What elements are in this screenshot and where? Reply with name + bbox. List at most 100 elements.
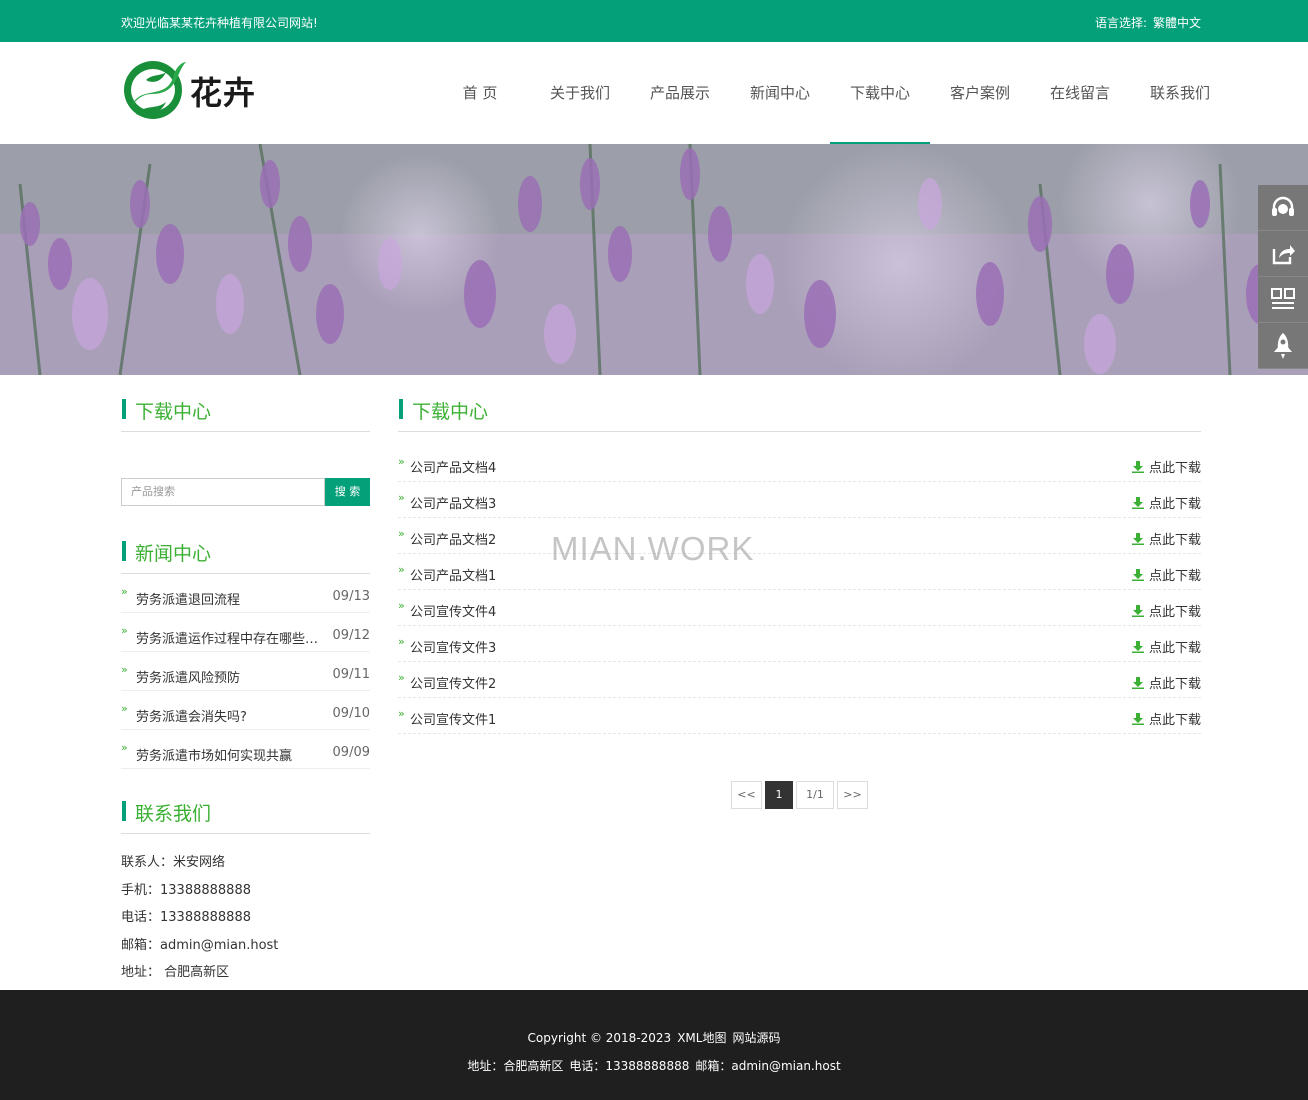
footer-copyright-line: Copyright © 2018-2023 XML地图 网站源码	[0, 1029, 1308, 1046]
news-list: » 劳务派遣退回流程 09/13 » 劳务派遣运作过程中存在哪些问题 09/12 » 劳务…	[121, 574, 370, 769]
search-button[interactable]: 搜 索	[325, 478, 370, 506]
download-icon	[1131, 604, 1144, 617]
sidebar-download-heading: 下载中心	[121, 375, 370, 432]
file-name[interactable]: 公司宣传文件4	[410, 601, 496, 620]
file-name[interactable]: 公司宣传文件2	[410, 673, 496, 692]
list-item: » 公司产品文档3 点此下载	[398, 482, 1201, 518]
download-link[interactable]: 点此下载	[1131, 601, 1201, 620]
download-link[interactable]: 点此下载	[1131, 637, 1201, 656]
share-icon	[1272, 244, 1295, 264]
news-title[interactable]: 劳务派遣会消失吗?	[136, 706, 320, 725]
search-input[interactable]: 产品搜索	[121, 478, 325, 506]
nav-item-cases[interactable]: 客户案例	[930, 42, 1030, 144]
chevron-right-icon: »	[398, 635, 405, 648]
download-label: 点此下载	[1148, 533, 1201, 548]
chevron-right-icon: »	[121, 702, 128, 715]
pagination: << 1 1/1 >>	[731, 781, 868, 809]
xml-sitemap-link[interactable]: XML地图	[677, 1031, 726, 1045]
file-name[interactable]: 公司宣传文件1	[410, 709, 496, 728]
list-item[interactable]: » 劳务派遣市场如何实现共赢 09/09	[121, 730, 370, 769]
news-title[interactable]: 劳务派遣市场如何实现共赢	[136, 745, 320, 764]
language-label: 语言选择:	[1094, 16, 1147, 30]
download-icon	[1131, 460, 1144, 473]
list-item[interactable]: » 劳务派遣运作过程中存在哪些问题 09/12	[121, 613, 370, 652]
sidebar-news: 新闻中心 » 劳务派遣退回流程 09/13 » 劳务派遣运作过程中存在哪些问题 09/1…	[121, 517, 370, 769]
list-item[interactable]: » 劳务派遣退回流程 09/13	[121, 574, 370, 613]
chevron-right-icon: »	[398, 707, 405, 720]
download-link[interactable]: 点此下载	[1131, 529, 1201, 548]
watermark: MIAN.WORK	[551, 530, 755, 567]
main-content: 下载中心 » 公司产品文档4 点此下载 » 公司产品文档3 点此下载 » 公司产品文档2 点…	[398, 375, 1201, 809]
nav-item-about[interactable]: 关于我们	[530, 42, 630, 144]
news-date: 09/11	[332, 667, 370, 682]
download-link[interactable]: 点此下载	[1131, 565, 1201, 584]
source-code-link[interactable]: 网站源码	[732, 1031, 780, 1045]
list-item: » 公司产品文档4 点此下载	[398, 446, 1201, 482]
welcome-text: 欢迎光临某某花卉种植有限公司网站!	[121, 16, 318, 30]
site-header: 花卉 首 页 关于我们 产品展示 新闻中心 下载中心 客户案例 在线留言 联系我…	[0, 42, 1308, 144]
list-item: » 公司宣传文件3 点此下载	[398, 626, 1201, 662]
download-icon	[1131, 532, 1144, 545]
contact-email: 邮箱：admin@mian.host	[121, 937, 279, 953]
download-link[interactable]: 点此下载	[1131, 673, 1201, 692]
banner-image	[0, 144, 1308, 375]
news-title[interactable]: 劳务派遣运作过程中存在哪些问题	[136, 628, 320, 647]
heading-accent-bar	[122, 801, 126, 821]
back-to-top-button[interactable]	[1258, 323, 1308, 369]
file-name[interactable]: 公司产品文档3	[410, 493, 496, 512]
chevron-right-icon: »	[398, 563, 405, 576]
download-label: 点此下载	[1148, 713, 1201, 728]
page-title: 下载中心	[412, 401, 489, 423]
top-bar: 欢迎光临某某花卉种植有限公司网站! 语言选择: 繁體中文	[0, 0, 1308, 42]
nav-item-home[interactable]: 首 页	[430, 42, 530, 144]
footer-email: 邮箱：admin@mian.host	[695, 1059, 841, 1073]
page-count: 1/1	[796, 781, 834, 809]
nav-item-news[interactable]: 新闻中心	[730, 42, 830, 144]
chevron-right-icon: »	[398, 527, 405, 540]
download-icon	[1131, 496, 1144, 509]
sidebar-news-heading: 新闻中心	[121, 517, 370, 574]
download-list: » 公司产品文档4 点此下载 » 公司产品文档3 点此下载 » 公司产品文档2 点此下载 »…	[398, 446, 1201, 734]
news-date: 09/13	[332, 589, 370, 604]
site-logo[interactable]: 花卉	[122, 54, 267, 122]
download-link[interactable]: 点此下载	[1131, 709, 1201, 728]
download-link[interactable]: 点此下载	[1131, 457, 1201, 476]
list-item[interactable]: » 劳务派遣会消失吗? 09/10	[121, 691, 370, 730]
nav-item-products[interactable]: 产品展示	[630, 42, 730, 144]
page-number-current[interactable]: 1	[765, 781, 793, 809]
nav-item-downloads[interactable]: 下载中心	[830, 42, 930, 144]
file-name[interactable]: 公司产品文档1	[410, 565, 496, 584]
news-title[interactable]: 劳务派遣风险预防	[136, 667, 320, 686]
chevron-right-icon: »	[121, 624, 128, 637]
language-option-traditional[interactable]: 繁體中文	[1153, 16, 1201, 30]
customer-service-button[interactable]	[1258, 185, 1308, 231]
qrcode-button[interactable]	[1258, 277, 1308, 323]
file-name[interactable]: 公司产品文档4	[410, 457, 496, 476]
list-item: » 公司宣传文件1 点此下载	[398, 698, 1201, 734]
file-name[interactable]: 公司宣传文件3	[410, 637, 496, 656]
list-item: » 公司宣传文件2 点此下载	[398, 662, 1201, 698]
list-item: » 公司产品文档2 点此下载	[398, 518, 1201, 554]
file-name[interactable]: 公司产品文档2	[410, 529, 496, 548]
nav-item-contact[interactable]: 联系我们	[1130, 42, 1230, 144]
footer-address: 地址：合肥高新区	[467, 1059, 564, 1073]
list-item[interactable]: » 劳务派遣风险预防 09/11	[121, 652, 370, 691]
chevron-right-icon: »	[121, 741, 128, 754]
sidebar: 下载中心 产品搜索 搜 索 新闻中心 » 劳务派遣退回流程 09/13 » 劳务派遣运…	[121, 375, 370, 980]
download-label: 点此下载	[1148, 677, 1201, 692]
contact-mobile: 手机：13388888888	[121, 882, 251, 898]
nav-item-message[interactable]: 在线留言	[1030, 42, 1130, 144]
next-page-button[interactable]: >>	[837, 781, 868, 809]
news-title[interactable]: 劳务派遣退回流程	[136, 589, 320, 608]
chevron-right-icon: »	[398, 671, 405, 684]
chevron-right-icon: »	[398, 491, 405, 504]
share-button[interactable]	[1258, 231, 1308, 277]
heading-accent-bar	[122, 541, 126, 561]
sidebar-contact: 联系我们 联系人：米安网络 手机：13388888888 电话：13388888…	[121, 777, 370, 991]
news-date: 09/10	[332, 706, 370, 721]
download-label: 点此下载	[1148, 461, 1201, 476]
heading-accent-bar	[122, 399, 126, 419]
download-link[interactable]: 点此下载	[1131, 493, 1201, 512]
prev-page-button[interactable]: <<	[731, 781, 762, 809]
download-label: 点此下载	[1148, 605, 1201, 620]
